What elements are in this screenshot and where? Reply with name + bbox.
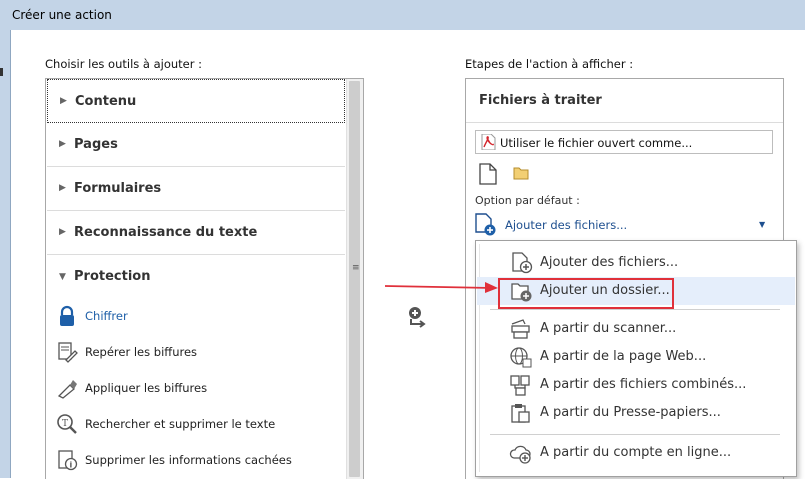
menu-item-combined-files[interactable]: A partir des fichiers combinés...: [477, 371, 795, 399]
category-formulaires[interactable]: ▶ Formulaires: [47, 167, 345, 211]
default-option-label: Option par défaut :: [475, 194, 580, 207]
combine-files-icon: [510, 375, 530, 396]
window-title: Créer une action: [12, 8, 112, 22]
tool-label: Appliquer les biffures: [85, 381, 208, 395]
folder-icon[interactable]: [513, 166, 529, 180]
mark-redaction-icon: [58, 342, 78, 363]
steps-heading: Etapes de l'action à afficher :: [465, 57, 634, 71]
category-label: Pages: [74, 137, 118, 152]
apply-redaction-icon: [57, 380, 77, 399]
divider: [466, 122, 783, 123]
category-reconnaissance[interactable]: ▶ Reconnaissance du texte: [47, 211, 345, 255]
category-label: Contenu: [75, 94, 137, 109]
category-contenu[interactable]: ▶ Contenu: [47, 79, 345, 123]
section-title: Fichiers à traiter: [479, 93, 602, 108]
menu-item-scanner[interactable]: A partir du scanner...: [477, 315, 795, 343]
tool-label: Rechercher et supprimer le texte: [85, 417, 276, 431]
expand-arrow-icon: ▶: [59, 183, 66, 193]
new-file-icon[interactable]: [479, 163, 497, 185]
tools-heading: Choisir les outils à ajouter :: [45, 57, 203, 71]
category-label: Formulaires: [74, 181, 162, 196]
svg-text:i: i: [70, 461, 73, 470]
tools-scrollbar[interactable]: ≡: [346, 79, 363, 479]
source-dropdown-menu: Ajouter des fichiers... Ajouter un dossi…: [475, 240, 797, 477]
menu-item-clipboard[interactable]: A partir du Presse-papiers...: [477, 399, 795, 427]
tool-supprimer-infos-cachees[interactable]: i Supprimer les informations cachées: [47, 443, 345, 479]
tool-label: Repérer les biffures: [85, 345, 198, 359]
search-remove-text-icon: T: [57, 414, 77, 434]
scroll-grip-icon: ≡: [352, 263, 360, 273]
collapse-arrow-icon: ▼: [59, 272, 66, 282]
category-label: Protection: [74, 269, 151, 284]
lock-icon: [60, 305, 74, 326]
title-bar: [0, 0, 805, 30]
svg-text:T: T: [62, 419, 68, 429]
tool-reperer-biffures[interactable]: Repérer les biffures: [47, 335, 345, 371]
scanner-icon: [511, 319, 530, 339]
add-file-icon: [512, 252, 533, 274]
menu-item-label: Ajouter des fichiers...: [540, 255, 679, 270]
default-option-dropdown[interactable]: Ajouter des fichiers... ▼: [475, 212, 773, 238]
category-pages[interactable]: ▶ Pages: [47, 123, 345, 167]
menu-separator: [490, 434, 780, 435]
clipboard-icon: [511, 404, 530, 423]
menu-separator: [490, 309, 780, 310]
menu-item-label: A partir du compte en ligne...: [540, 445, 732, 460]
file-field-value: Utiliser le fichier ouvert comme...: [500, 136, 693, 150]
menu-item-label: A partir du scanner...: [540, 321, 677, 336]
tool-label: Supprimer les informations cachées: [85, 453, 292, 467]
web-page-icon: [510, 347, 532, 368]
add-step-button[interactable]: [405, 305, 429, 329]
expand-arrow-icon: ▶: [59, 227, 66, 237]
scrollbar-thumb[interactable]: ≡: [349, 81, 360, 477]
dropdown-value: Ajouter des fichiers...: [505, 218, 628, 232]
frame-divider: [10, 30, 11, 478]
menu-item-online-account[interactable]: A partir du compte en ligne...: [477, 439, 795, 467]
expand-arrow-icon: ▶: [59, 139, 66, 149]
menu-item-web-page[interactable]: A partir de la page Web...: [477, 343, 795, 371]
remove-hidden-info-icon: i: [58, 450, 78, 471]
category-protection[interactable]: ▼ Protection: [47, 255, 345, 299]
pdf-file-icon: [481, 134, 496, 150]
menu-item-label: A partir des fichiers combinés...: [540, 377, 747, 392]
expand-arrow-icon: ▶: [60, 96, 67, 106]
category-label: Reconnaissance du texte: [74, 225, 258, 240]
frame-mark: [0, 68, 3, 76]
cloud-account-icon: [509, 445, 531, 464]
tool-label: Chiffrer: [85, 309, 128, 323]
add-file-icon: [475, 213, 496, 236]
tool-rechercher-supprimer[interactable]: T Rechercher et supprimer le texte: [47, 407, 345, 443]
annotation-arrow-icon: [385, 282, 498, 293]
file-source-field[interactable]: Utiliser le fichier ouvert comme...: [475, 130, 773, 154]
menu-item-add-files[interactable]: Ajouter des fichiers...: [477, 249, 795, 277]
chevron-down-icon: ▼: [759, 220, 766, 229]
menu-item-label: A partir de la page Web...: [540, 349, 707, 364]
tool-chiffrer[interactable]: Chiffrer: [47, 299, 345, 335]
tool-appliquer-biffures[interactable]: Appliquer les biffures: [47, 371, 345, 407]
highlight-box: [498, 278, 674, 309]
tools-panel: ▶ Contenu ▶ Pages ▶ Formulaires ▶ Reconn…: [45, 78, 364, 479]
menu-item-label: A partir du Presse-papiers...: [540, 405, 721, 420]
